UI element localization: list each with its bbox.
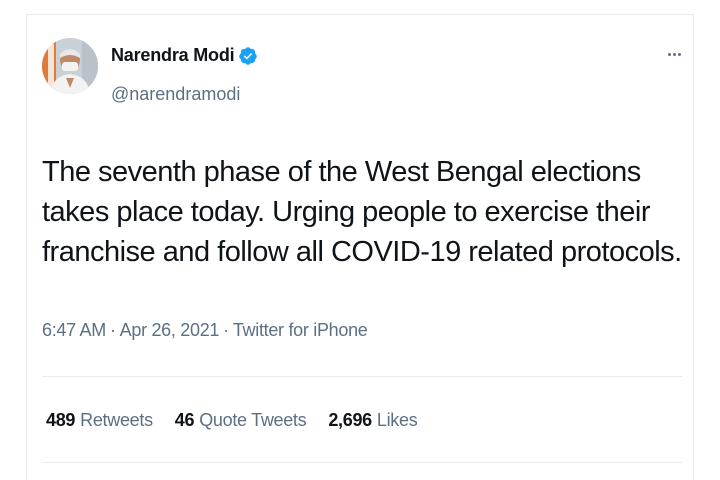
likes-label: Likes bbox=[376, 410, 418, 430]
quote-tweets-count: 46 bbox=[174, 410, 195, 430]
card-border-top bbox=[26, 14, 694, 15]
quote-tweets-stat[interactable]: 46 Quote Tweets bbox=[175, 410, 307, 431]
card-border-right bbox=[693, 14, 694, 480]
likes-count: 2,696 bbox=[328, 410, 372, 430]
meta-separator: · bbox=[109, 320, 116, 340]
more-options-icon[interactable] bbox=[660, 44, 688, 64]
tweet-time[interactable]: 6:47 AM bbox=[42, 320, 106, 341]
avatar-image bbox=[42, 38, 98, 94]
meta-separator: · bbox=[223, 320, 229, 340]
likes-stat[interactable]: 2,696 Likes bbox=[328, 410, 417, 431]
author-name[interactable]: Narendra Modi bbox=[111, 45, 235, 66]
tweet-text: The seventh phase of the West Bengal ele… bbox=[42, 156, 682, 268]
avatar[interactable] bbox=[42, 38, 98, 94]
tweet-card: Narendra Modi @narendramodi The seventh … bbox=[0, 0, 720, 480]
author-row: Narendra Modi bbox=[111, 45, 258, 66]
tweet-stats: 489 Retweets 46 Quote Tweets 2,696 Likes bbox=[46, 410, 418, 431]
author-handle[interactable]: @narendramodi bbox=[111, 84, 240, 105]
divider bbox=[42, 376, 682, 377]
divider bbox=[42, 462, 682, 463]
quote-tweets-label: Quote Tweets bbox=[199, 410, 307, 430]
retweets-stat[interactable]: 489 Retweets bbox=[46, 410, 153, 431]
retweets-count: 489 bbox=[46, 410, 76, 430]
tweet-source[interactable]: Twitter for iPhone bbox=[233, 320, 368, 341]
tweet-date[interactable]: Apr 26, 2021 bbox=[120, 320, 220, 341]
tweet-meta: 6:47 AM · Apr 26, 2021 · Twitter for iPh… bbox=[42, 320, 368, 341]
card-border-left bbox=[26, 14, 27, 480]
retweets-label: Retweets bbox=[80, 410, 153, 430]
verified-badge-icon bbox=[238, 46, 258, 66]
